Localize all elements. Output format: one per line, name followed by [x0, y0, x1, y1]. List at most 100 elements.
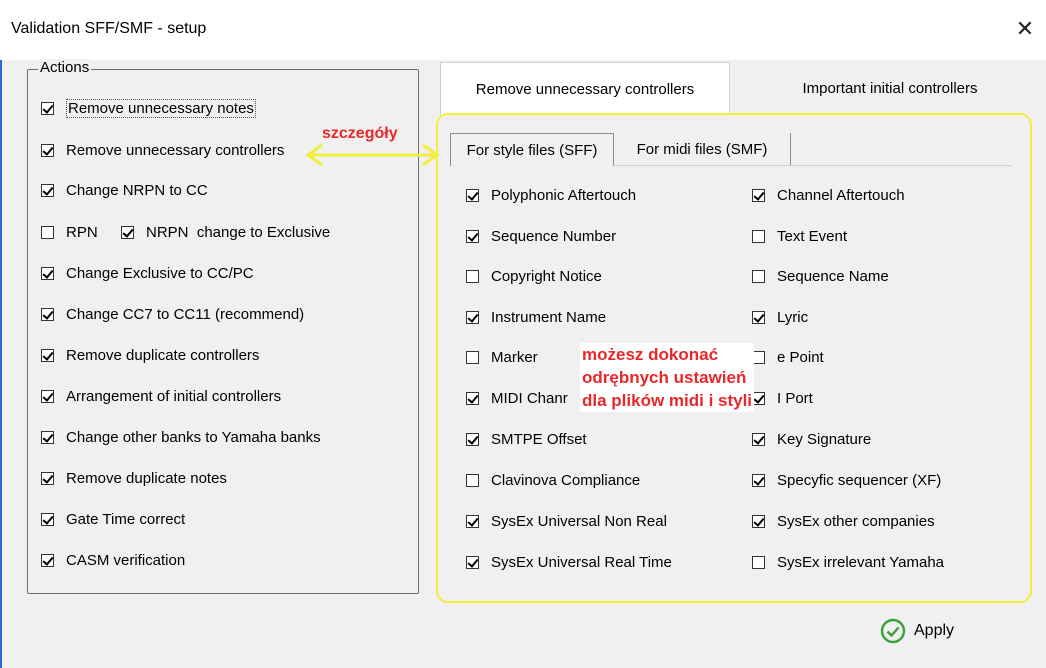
- checkbox-label: e Point: [777, 348, 824, 366]
- event-copyright-notice[interactable]: Copyright Notice: [466, 265, 602, 287]
- checkbox[interactable]: [752, 555, 765, 569]
- checkbox-label: Channel Aftertouch: [777, 186, 905, 204]
- action-arrangement-initial-controllers[interactable]: Arrangement of initial controllers: [41, 385, 281, 407]
- event-polyphonic-aftertouch[interactable]: Polyphonic Aftertouch: [466, 184, 636, 206]
- event-specific-sequencer-xf[interactable]: Specyfic sequencer (XF): [752, 469, 941, 491]
- checkbox-label: SysEx Universal Real Time: [491, 553, 672, 571]
- tab-remove-unnecessary-controllers[interactable]: Remove unnecessary controllers: [440, 62, 730, 115]
- checkbox[interactable]: [466, 432, 479, 446]
- checkbox-label: Change NRPN to CC: [66, 181, 208, 199]
- event-sequence-number[interactable]: Sequence Number: [466, 225, 616, 247]
- window-border: [0, 60, 2, 668]
- event-sequence-name[interactable]: Sequence Name: [752, 265, 889, 287]
- inner-tab-divider: [612, 165, 1012, 166]
- checkbox[interactable]: [466, 555, 479, 569]
- checkbox[interactable]: [752, 188, 765, 202]
- action-remove-unnecessary-controllers[interactable]: Remove unnecessary controllers: [41, 139, 284, 161]
- checkbox-label: Remove duplicate controllers: [66, 346, 260, 364]
- checkbox-label: Instrument Name: [491, 308, 607, 326]
- checkbox-label: Lyric: [777, 308, 809, 326]
- annotation-line: odrębnych ustawień: [582, 368, 747, 387]
- checkbox-label: Change Exclusive to CC/PC: [66, 264, 254, 282]
- check-circle-icon: [880, 618, 906, 644]
- checkbox[interactable]: [466, 310, 479, 324]
- checkbox[interactable]: [41, 266, 54, 280]
- event-sysex-other-companies[interactable]: SysEx other companies: [752, 510, 935, 532]
- checkbox[interactable]: [41, 512, 54, 526]
- tab-midi-files-smf[interactable]: For midi files (SMF): [614, 133, 791, 165]
- checkbox[interactable]: [41, 553, 54, 567]
- event-key-signature[interactable]: Key Signature: [752, 428, 871, 450]
- checkbox-label: Key Signature: [777, 430, 872, 448]
- apply-label: Apply: [914, 622, 955, 639]
- checkbox[interactable]: [752, 229, 765, 243]
- checkbox-label: Specyfic sequencer (XF): [777, 471, 942, 489]
- action-nrpn-to-exclusive[interactable]: NRPN change to Exclusive: [121, 221, 330, 243]
- annotation-note: możesz dokonać odrębnych ustawień dla pl…: [580, 343, 755, 412]
- checkbox[interactable]: [752, 269, 765, 283]
- checkbox-label: I Port: [777, 389, 813, 407]
- checkbox[interactable]: [752, 473, 765, 487]
- event-lyric[interactable]: Lyric: [752, 306, 808, 328]
- checkbox-label: Marker: [491, 348, 538, 366]
- tab-important-initial-controllers[interactable]: Important initial controllers: [730, 62, 1046, 114]
- action-remove-unnecessary-notes[interactable]: Remove unnecessary notes: [41, 97, 256, 119]
- checkbox[interactable]: [466, 391, 479, 405]
- event-instrument-name[interactable]: Instrument Name: [466, 306, 606, 328]
- close-button[interactable]: ✕: [1010, 14, 1040, 44]
- checkbox-label: NRPN change to Exclusive: [146, 223, 331, 241]
- checkbox-label: Sequence Number: [491, 227, 617, 245]
- checkbox-label: Polyphonic Aftertouch: [491, 186, 637, 204]
- event-sysex-universal-real-time[interactable]: SysEx Universal Real Time: [466, 551, 672, 573]
- event-channel-aftertouch[interactable]: Channel Aftertouch: [752, 184, 905, 206]
- window-title: Validation SFF/SMF - setup: [11, 20, 207, 37]
- checkbox-label: Gate Time correct: [66, 510, 186, 528]
- checkbox[interactable]: [752, 514, 765, 528]
- event-clavinova-compliance[interactable]: Clavinova Compliance: [466, 469, 640, 491]
- action-remove-duplicate-controllers[interactable]: Remove duplicate controllers: [41, 344, 259, 366]
- checkbox[interactable]: [466, 514, 479, 528]
- event-sysex-universal-non-real[interactable]: SysEx Universal Non Real: [466, 510, 667, 532]
- action-rpn[interactable]: RPN: [41, 221, 98, 243]
- checkbox[interactable]: [41, 307, 54, 321]
- action-remove-duplicate-notes[interactable]: Remove duplicate notes: [41, 467, 227, 489]
- action-casm-verification[interactable]: CASM verification: [41, 549, 185, 571]
- checkbox[interactable]: [466, 350, 479, 364]
- event-midi-port[interactable]: I Port: [752, 387, 813, 409]
- event-sysex-irrelevant-yamaha[interactable]: SysEx irrelevant Yamaha: [752, 551, 944, 573]
- event-cue-point[interactable]: e Point: [752, 346, 824, 368]
- checkbox[interactable]: [41, 430, 54, 444]
- checkbox[interactable]: [41, 183, 54, 197]
- checkbox[interactable]: [41, 471, 54, 485]
- checkbox[interactable]: [466, 473, 479, 487]
- title-bar: Validation SFF/SMF - setup ✕: [0, 0, 1046, 60]
- apply-button[interactable]: Apply: [880, 618, 954, 644]
- checkbox[interactable]: [466, 269, 479, 283]
- action-change-cc7-to-cc11[interactable]: Change CC7 to CC11 (recommend): [41, 303, 304, 325]
- checkbox-label: Arrangement of initial controllers: [66, 387, 282, 405]
- action-gate-time-correct[interactable]: Gate Time correct: [41, 508, 185, 530]
- checkbox[interactable]: [41, 101, 54, 115]
- checkbox[interactable]: [41, 143, 54, 157]
- checkbox-label: Remove unnecessary controllers: [66, 141, 285, 159]
- event-smtpe-offset[interactable]: SMTPE Offset: [466, 428, 587, 450]
- checkbox[interactable]: [752, 310, 765, 324]
- checkbox-label: RPN: [66, 223, 98, 241]
- checkbox[interactable]: [41, 389, 54, 403]
- checkbox[interactable]: [121, 225, 134, 239]
- checkbox[interactable]: [752, 432, 765, 446]
- action-change-nrpn-to-cc[interactable]: Change NRPN to CC: [41, 179, 208, 201]
- checkbox-label: CASM verification: [66, 551, 186, 569]
- checkbox[interactable]: [466, 188, 479, 202]
- checkbox[interactable]: [41, 225, 54, 239]
- event-text-event[interactable]: Text Event: [752, 225, 847, 247]
- tab-style-files-sff[interactable]: For style files (SFF): [450, 133, 614, 166]
- action-change-exclusive-to-cc-pc[interactable]: Change Exclusive to CC/PC: [41, 262, 254, 284]
- checkbox-label: SysEx irrelevant Yamaha: [777, 553, 945, 571]
- action-change-banks-to-yamaha[interactable]: Change other banks to Yamaha banks: [41, 426, 321, 448]
- checkbox-label: SysEx Universal Non Real: [491, 512, 667, 530]
- checkbox[interactable]: [41, 348, 54, 362]
- event-marker[interactable]: Marker: [466, 346, 538, 368]
- event-midi-channel[interactable]: MIDI Chanr: [466, 387, 568, 409]
- checkbox[interactable]: [466, 229, 479, 243]
